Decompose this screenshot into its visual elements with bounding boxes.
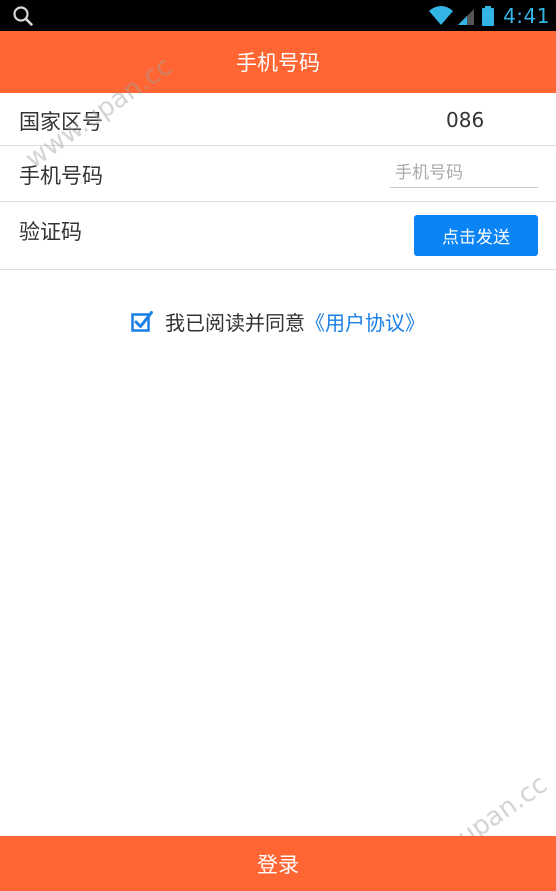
title-bar: 手机号码 <box>0 31 556 93</box>
country-code-row[interactable]: 国家区号 086 <box>0 93 556 146</box>
user-agreement-link[interactable]: 《用户协议》 <box>305 307 425 336</box>
agreement-checkbox[interactable] <box>131 310 153 332</box>
login-button[interactable]: 登录 <box>0 836 556 891</box>
signal-icon <box>458 8 475 25</box>
agreement-row: 我已阅读并同意 《用户协议》 <box>0 306 556 336</box>
login-button-label: 登录 <box>257 852 299 877</box>
status-time: 4:41 <box>503 3 550 28</box>
battery-icon <box>482 5 495 26</box>
country-code-label: 国家区号 <box>19 110 103 134</box>
status-icons: 4:41 <box>428 0 550 31</box>
phone-input[interactable] <box>390 158 538 188</box>
page-title: 手机号码 <box>236 51 320 75</box>
status-bar: 4:41 <box>0 0 556 31</box>
search-icon[interactable] <box>12 5 34 27</box>
login-screen: 4:41 手机号码 国家区号 086 手机号码 验证码 点击发送 我已阅读并同意… <box>0 0 556 891</box>
phone-row: 手机号码 <box>0 146 556 202</box>
phone-label: 手机号码 <box>19 164 103 188</box>
agreement-text: 我已阅读并同意 <box>165 310 305 335</box>
wifi-icon <box>429 5 454 25</box>
send-code-button[interactable]: 点击发送 <box>414 215 538 256</box>
country-code-value[interactable]: 086 <box>446 108 484 132</box>
verification-code-row: 验证码 点击发送 <box>0 202 556 270</box>
verification-code-label: 验证码 <box>19 220 82 244</box>
